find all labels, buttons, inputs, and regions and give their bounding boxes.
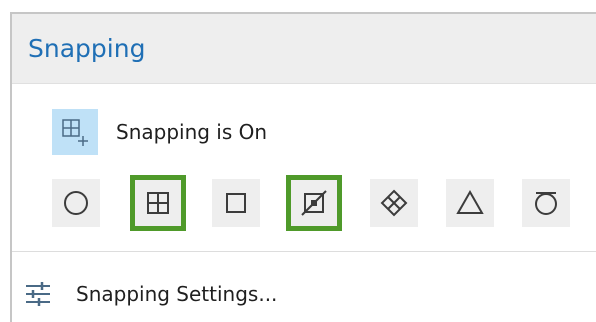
snapping-settings-button[interactable]: Snapping Settings... (24, 272, 277, 316)
vertex-snap-icon (300, 189, 328, 217)
snapping-status-label: Snapping is On (116, 120, 268, 144)
snapping-toggle-icon (52, 109, 98, 155)
grid-snap-icon (145, 190, 171, 216)
edge-snap-button[interactable] (212, 179, 260, 227)
intersection-snap-icon (379, 188, 409, 218)
snap-tool-bar (52, 175, 572, 233)
point-snap-button[interactable] (52, 179, 100, 227)
snapping-settings-label: Snapping Settings... (76, 282, 278, 306)
midpoint-snap-icon (455, 188, 485, 218)
intersection-snap-button[interactable] (370, 179, 418, 227)
midpoint-snap-button[interactable] (446, 179, 494, 227)
edge-snap-icon (223, 190, 249, 216)
snapping-toggle[interactable]: Snapping is On (52, 108, 267, 156)
panel-title: Snapping (28, 34, 146, 63)
snapping-panel: Snapping Snapping is On Snapping Setting… (10, 12, 596, 322)
panel-header: Snapping (12, 14, 596, 84)
tangent-snap-button[interactable] (522, 179, 570, 227)
vertex-snap-button[interactable] (286, 175, 342, 231)
grid-snap-button[interactable] (130, 175, 186, 231)
point-snap-icon (61, 188, 91, 218)
divider (12, 251, 596, 252)
tangent-snap-icon (531, 188, 561, 218)
settings-sliders-icon (24, 280, 52, 308)
